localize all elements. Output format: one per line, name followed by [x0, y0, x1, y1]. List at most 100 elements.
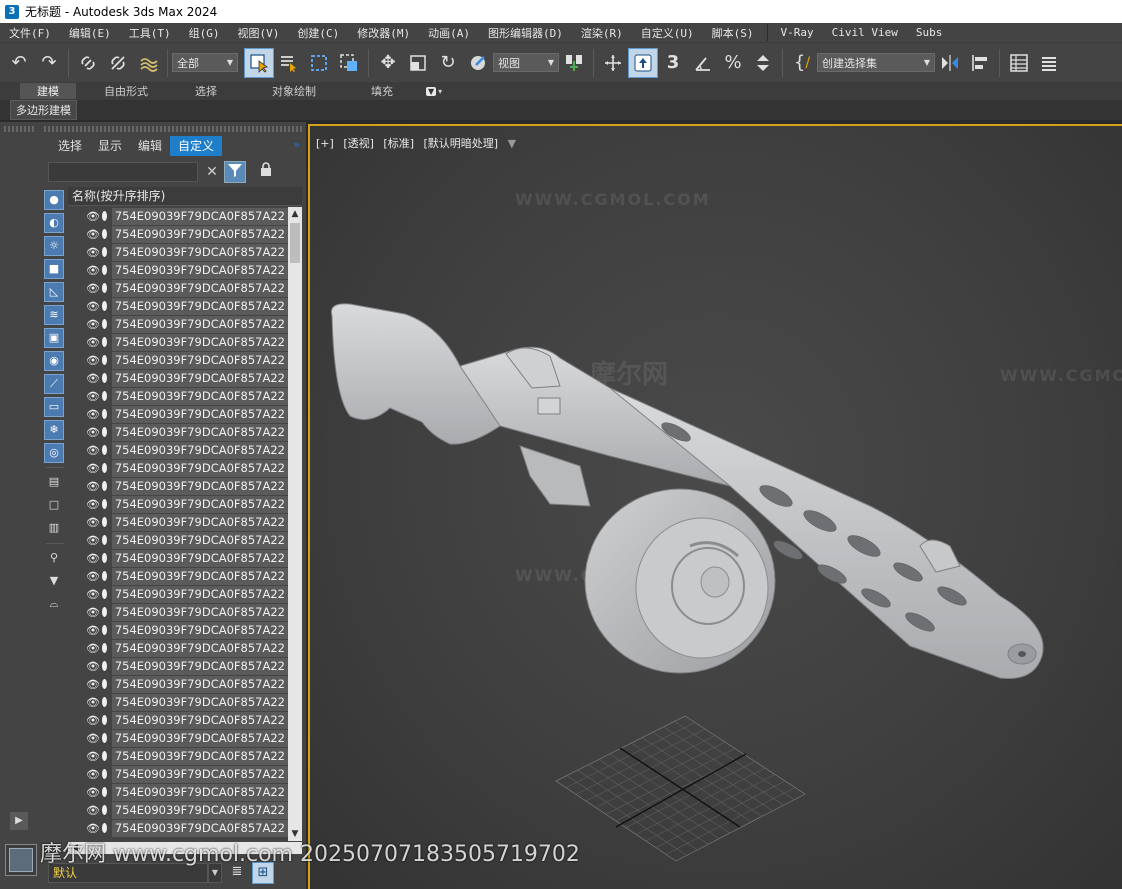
- xrefs-filter-icon[interactable]: ◉: [44, 351, 64, 371]
- freeze-dot-icon[interactable]: [101, 301, 107, 311]
- freeze-dot-icon[interactable]: [101, 427, 107, 437]
- freeze-dot-icon[interactable]: [101, 535, 107, 545]
- cameras-filter-icon[interactable]: ■: [44, 259, 64, 279]
- filter-toggle-icon[interactable]: [224, 161, 246, 183]
- undo-icon[interactable]: ↶: [4, 48, 34, 78]
- ribbon-tab-object-paint[interactable]: 对象绘制: [236, 83, 352, 99]
- tab-display[interactable]: 显示: [90, 136, 130, 156]
- freeze-dot-icon[interactable]: [101, 265, 107, 275]
- redo-icon[interactable]: ↷: [34, 48, 64, 78]
- spinner-snap-icon[interactable]: [748, 48, 778, 78]
- visibility-eye-icon[interactable]: 👁: [86, 552, 100, 565]
- visibility-eye-icon[interactable]: 👁: [86, 768, 100, 781]
- visibility-eye-icon[interactable]: 👁: [86, 714, 100, 727]
- visibility-eye-icon[interactable]: 👁: [86, 210, 100, 223]
- more-chevron-icon[interactable]: »: [293, 138, 300, 151]
- visibility-eye-icon[interactable]: 👁: [86, 678, 100, 691]
- list-item[interactable]: 👁 754E09039F79DCA0F857A22: [68, 387, 288, 405]
- toggle-scene-explorer-icon[interactable]: [1004, 48, 1034, 78]
- explorer-grip[interactable]: [44, 126, 302, 132]
- percent-snap-icon[interactable]: %: [718, 48, 748, 78]
- visibility-eye-icon[interactable]: 👁: [86, 804, 100, 817]
- freeze-dot-icon[interactable]: [101, 499, 107, 509]
- list-item[interactable]: 👁 754E09039F79DCA0F857A22: [68, 585, 288, 603]
- align-icon[interactable]: [965, 48, 995, 78]
- ribbon-tab-freeform[interactable]: 自由形式: [76, 83, 176, 99]
- list-item[interactable]: 👁 754E09039F79DCA0F857A22: [68, 477, 288, 495]
- keyboard-shortcut-override-icon[interactable]: [628, 47, 658, 78]
- visibility-eye-icon[interactable]: 👁: [86, 444, 100, 457]
- tab-customize[interactable]: 自定义: [170, 136, 223, 156]
- freeze-dot-icon[interactable]: [101, 751, 107, 761]
- visibility-eye-icon[interactable]: 👁: [86, 696, 100, 709]
- visibility-eye-icon[interactable]: 👁: [86, 462, 100, 475]
- freeze-dot-icon[interactable]: [101, 409, 107, 419]
- lock-icon[interactable]: [258, 162, 274, 182]
- freeze-dot-icon[interactable]: [101, 319, 107, 329]
- freeze-dot-icon[interactable]: [101, 787, 107, 797]
- reference-coord-dropdown[interactable]: 视图 ▼: [493, 53, 559, 72]
- visibility-eye-icon[interactable]: 👁: [86, 516, 100, 529]
- freeze-dot-icon[interactable]: [101, 733, 107, 743]
- visibility-eye-icon[interactable]: 👁: [86, 282, 100, 295]
- visibility-eye-icon[interactable]: 👁: [86, 336, 100, 349]
- hidden-filter-icon[interactable]: ◎: [44, 443, 64, 463]
- menu-animation[interactable]: 动画(A): [419, 25, 479, 41]
- rectangular-selection-icon[interactable]: [304, 48, 334, 78]
- list-item[interactable]: 👁 754E09039F79DCA0F857A22: [68, 243, 288, 261]
- freeze-dot-icon[interactable]: [101, 661, 107, 671]
- list-item[interactable]: 👁 754E09039F79DCA0F857A22: [68, 207, 288, 225]
- visibility-eye-icon[interactable]: 👁: [86, 408, 100, 421]
- freeze-dot-icon[interactable]: [101, 229, 107, 239]
- window-crossing-icon[interactable]: [334, 48, 364, 78]
- freeze-dot-icon[interactable]: [101, 373, 107, 383]
- menu-file[interactable]: 文件(F): [0, 25, 60, 41]
- freeze-dot-icon[interactable]: [101, 481, 107, 491]
- menu-rendering[interactable]: 渲染(R): [572, 25, 632, 41]
- list-item[interactable]: 👁 754E09039F79DCA0F857A22: [68, 297, 288, 315]
- menu-views[interactable]: 视图(V): [229, 25, 289, 41]
- freeze-dot-icon[interactable]: [101, 337, 107, 347]
- list-item[interactable]: 👁 754E09039F79DCA0F857A22: [68, 621, 288, 639]
- freeze-dot-icon[interactable]: [101, 805, 107, 815]
- named-selection-dropdown[interactable]: 创建选择集 ▼: [817, 53, 935, 72]
- visibility-eye-icon[interactable]: 👁: [86, 300, 100, 313]
- visibility-eye-icon[interactable]: 👁: [86, 318, 100, 331]
- list-item[interactable]: 👁 754E09039F79DCA0F857A22: [68, 639, 288, 657]
- move-icon[interactable]: ✥: [373, 48, 403, 78]
- space-warps-filter-icon[interactable]: ≋: [44, 305, 64, 325]
- freeze-dot-icon[interactable]: [101, 463, 107, 473]
- viewport-layout-swatch[interactable]: [5, 844, 37, 876]
- list-item[interactable]: 👁 754E09039F79DCA0F857A22: [68, 819, 288, 837]
- list-item[interactable]: 👁 754E09039F79DCA0F857A22: [68, 693, 288, 711]
- scroll-up-icon[interactable]: ▲: [288, 207, 302, 221]
- scale-icon[interactable]: [403, 48, 433, 78]
- freeze-dot-icon[interactable]: [101, 823, 107, 833]
- list-item[interactable]: 👁 754E09039F79DCA0F857A22: [68, 405, 288, 423]
- ribbon-tab-modeling[interactable]: 建模: [20, 83, 76, 99]
- freeze-dot-icon[interactable]: [101, 643, 107, 653]
- freeze-dot-icon[interactable]: [101, 589, 107, 599]
- list-item[interactable]: 👁 754E09039F79DCA0F857A22: [68, 675, 288, 693]
- bones-filter-icon[interactable]: ⟋: [44, 374, 64, 394]
- list-item[interactable]: 👁 754E09039F79DCA0F857A22: [68, 225, 288, 243]
- visibility-eye-icon[interactable]: 👁: [86, 786, 100, 799]
- menu-vray[interactable]: V-Ray: [772, 26, 823, 39]
- visibility-eye-icon[interactable]: 👁: [86, 426, 100, 439]
- angle-snap-icon[interactable]: [688, 48, 718, 78]
- list-item[interactable]: 👁 754E09039F79DCA0F857A22: [68, 513, 288, 531]
- visibility-eye-icon[interactable]: 👁: [86, 624, 100, 637]
- list-item[interactable]: 👁 754E09039F79DCA0F857A22: [68, 459, 288, 477]
- funnel-icon[interactable]: ▼: [44, 572, 64, 592]
- ribbon-tab-populate[interactable]: 填充: [352, 83, 412, 99]
- list-item[interactable]: 👁 754E09039F79DCA0F857A22: [68, 423, 288, 441]
- scroll-thumb[interactable]: [290, 223, 300, 263]
- visibility-eye-icon[interactable]: 👁: [86, 606, 100, 619]
- explorer-search-input[interactable]: [48, 162, 198, 182]
- visibility-eye-icon[interactable]: 👁: [86, 732, 100, 745]
- list-item[interactable]: 👁 754E09039F79DCA0F857A22: [68, 351, 288, 369]
- containers-filter-icon[interactable]: ▭: [44, 397, 64, 417]
- display-none-icon[interactable]: □: [44, 496, 64, 516]
- visibility-eye-icon[interactable]: 👁: [86, 750, 100, 763]
- shapes-filter-icon[interactable]: ◐: [44, 213, 64, 233]
